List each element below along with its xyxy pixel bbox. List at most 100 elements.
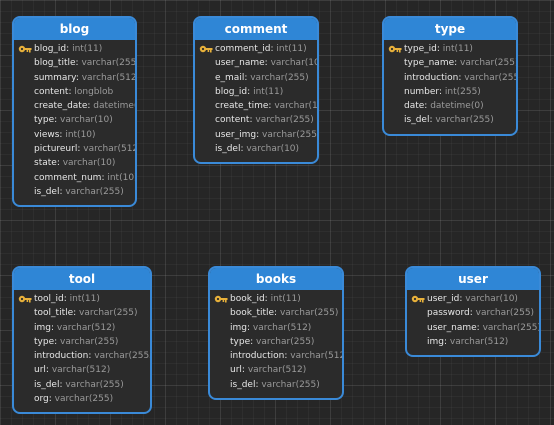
field-name: type [34, 115, 55, 126]
field-name: url [230, 365, 242, 376]
primary-key-field[interactable]: user_id: varchar(10) [407, 292, 539, 306]
table-title[interactable]: books [210, 268, 342, 290]
field-name: number [404, 86, 439, 97]
field-row[interactable]: user_name: varchar(255) [407, 321, 539, 335]
field-name: blog_title [34, 58, 76, 69]
field-row[interactable]: content: longblob [14, 85, 135, 99]
table-title[interactable]: tool [14, 268, 150, 290]
primary-key-field[interactable]: tool_id: int(11) [14, 292, 150, 306]
field-name: book_id [230, 294, 265, 304]
field-name: state [34, 158, 57, 169]
field-name: tool_title [34, 308, 74, 319]
field-row[interactable]: type_name: varchar(255) [384, 56, 516, 70]
field-row[interactable]: introduction: varchar(2555) [14, 349, 150, 363]
field-row[interactable]: user_name: varchar(10) [195, 56, 317, 70]
field-name: password [427, 308, 470, 319]
field-row[interactable]: url: varchar(512) [14, 363, 150, 377]
field-row[interactable]: pictureurl: varchar(512) [14, 142, 135, 156]
field-name: views [34, 129, 60, 140]
table-tool[interactable]: tool tool_id: int(11) tool_title: varchar(… [12, 266, 152, 415]
table-title[interactable]: blog [14, 18, 135, 40]
table-type[interactable]: type type_id: int(11) type_name: varchar(2… [382, 16, 518, 136]
field-row[interactable]: tool_title: varchar(255) [14, 306, 150, 320]
field-row[interactable]: user_img: varchar(255) [195, 128, 317, 142]
field-row[interactable]: img: varchar(512) [407, 335, 539, 349]
field-type: varchar(255) [65, 186, 124, 197]
field-name: is_del [215, 144, 241, 155]
field-row[interactable]: type: varchar(255) [14, 335, 150, 349]
field-row[interactable]: type: varchar(10) [14, 113, 135, 127]
field-row[interactable]: create_time: varchar(12) [195, 99, 317, 113]
field-row[interactable]: password: varchar(255) [407, 306, 539, 320]
field-name: pictureurl [34, 144, 78, 155]
field-row[interactable]: blog_title: varchar(255) [14, 56, 135, 70]
field-row[interactable]: summary: varchar(512) [14, 71, 135, 85]
field-list: user_id: varchar(10) password: varchar(25… [407, 290, 539, 355]
field-name: user_name [427, 322, 477, 333]
key-icon [18, 293, 32, 305]
field-type: varchar(512) [56, 322, 116, 333]
field-type: int(11) [276, 44, 307, 54]
field-type: int(11) [253, 86, 284, 97]
table-books[interactable]: books book_id: int(11) book_title: varchar… [208, 266, 344, 401]
field-row[interactable]: img: varchar(512) [14, 321, 150, 335]
field-type: varchar(512) [449, 336, 509, 347]
key-icon [214, 293, 228, 305]
field-row[interactable]: e_mail: varchar(255) [195, 71, 317, 85]
field-type: varchar(255) [65, 379, 124, 390]
primary-key-field[interactable]: comment_id: int(11) [195, 42, 317, 56]
field-type: varchar(255) [81, 58, 137, 69]
primary-key-field[interactable]: type_id: int(11) [384, 42, 516, 56]
field-row[interactable]: comment_num: int(10) [14, 171, 135, 185]
field-name: comment_num [34, 172, 102, 183]
field-type: datetime(0) [93, 101, 135, 112]
field-name: comment_id [215, 44, 271, 54]
field-name: is_del [404, 115, 430, 126]
field-row[interactable]: is_del: varchar(255) [384, 113, 516, 127]
primary-key-field[interactable]: book_id: int(11) [210, 292, 342, 306]
field-row[interactable]: img: varchar(512) [210, 321, 342, 335]
field-row[interactable]: state: varchar(10) [14, 156, 135, 170]
key-icon [199, 43, 213, 55]
field-row[interactable]: type: varchar(255) [210, 335, 342, 349]
field-row[interactable]: book_title: varchar(255) [210, 306, 342, 320]
field-type: varchar(255) [256, 336, 315, 347]
field-row[interactable]: introduction: varchar(255) [384, 71, 516, 85]
field-name: type [34, 336, 55, 347]
field-list: tool_id: int(11) tool_title: varchar(255)… [14, 290, 150, 412]
field-name: introduction [230, 351, 285, 362]
field-row[interactable]: views: int(10) [14, 128, 135, 142]
field-name: img [230, 322, 247, 333]
table-blog[interactable]: blog blog_id: int(11) blog_title: varchar(… [12, 16, 137, 208]
field-row[interactable]: date: datetime(0) [384, 99, 516, 113]
field-row[interactable]: url: varchar(512) [210, 363, 342, 377]
field-name: content [215, 115, 250, 126]
field-row[interactable]: introduction: varchar(512) [210, 349, 342, 363]
field-row[interactable]: org: varchar(255) [14, 392, 150, 406]
field-type: varchar(255) [255, 115, 314, 126]
table-user[interactable]: user user_id: varchar(10) password: varcha… [405, 266, 541, 358]
field-type: varchar(12) [274, 101, 318, 112]
field-name: is_del [230, 379, 256, 390]
primary-key-field[interactable]: blog_id: int(11) [14, 42, 135, 56]
field-type: int(10) [65, 129, 96, 140]
field-type: varchar(512) [247, 365, 307, 376]
field-row[interactable]: content: varchar(255) [195, 113, 317, 127]
table-title[interactable]: user [407, 268, 539, 290]
field-name: user_id [427, 294, 460, 304]
field-row[interactable]: is_del: varchar(255) [14, 378, 150, 392]
table-title[interactable]: type [384, 18, 516, 40]
table-comment[interactable]: comment comment_id: int(11) user_name: var… [193, 16, 319, 165]
field-row[interactable]: is_del: varchar(10) [195, 142, 317, 156]
table-title[interactable]: comment [195, 18, 317, 40]
field-name: url [34, 365, 46, 376]
field-row[interactable]: blog_id: int(11) [195, 85, 317, 99]
field-type: varchar(512) [51, 365, 111, 376]
field-row[interactable]: create_date: datetime(0) [14, 99, 135, 113]
field-type: varchar(255) [54, 394, 114, 405]
field-row[interactable]: is_del: varchar(255) [210, 378, 342, 392]
field-list: blog_id: int(11) blog_title: varchar(255)… [14, 40, 135, 205]
field-row[interactable]: number: int(255) [384, 85, 516, 99]
field-type: int(11) [270, 294, 301, 304]
field-row[interactable]: is_del: varchar(255) [14, 185, 135, 199]
